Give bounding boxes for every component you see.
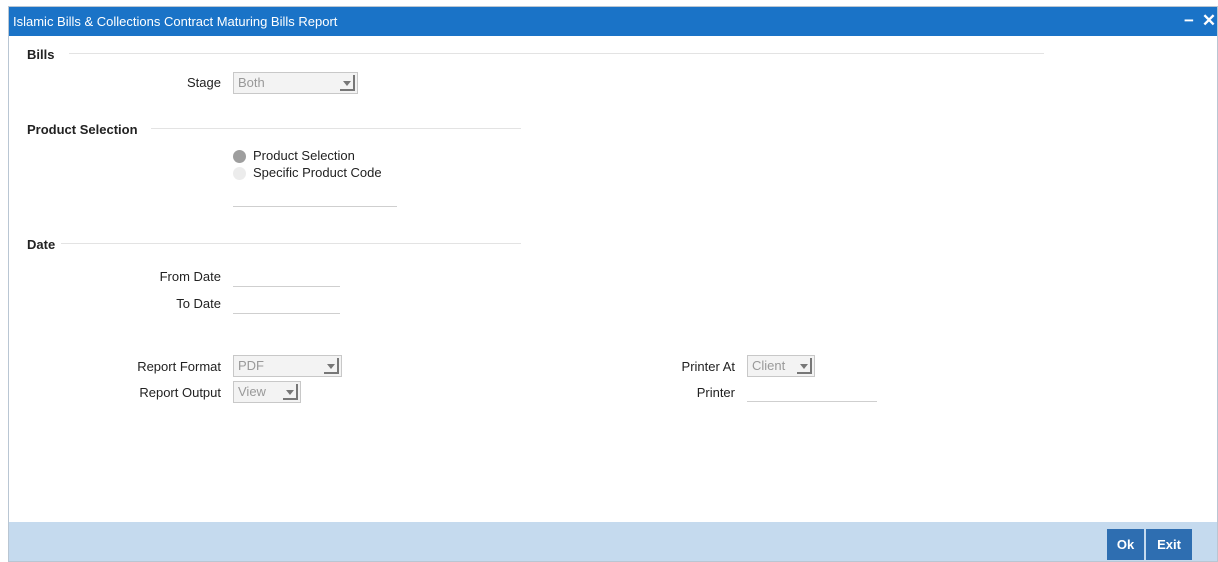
printer-label: Printer	[696, 385, 735, 400]
to-date-field[interactable]	[233, 293, 340, 314]
chevron-down-icon	[797, 358, 812, 374]
stage-label: Stage	[187, 75, 221, 90]
bills-section-title: Bills	[27, 47, 55, 62]
product-selection-section-title: Product Selection	[27, 122, 138, 137]
report-format-value: PDF	[238, 358, 264, 373]
title-bar: Islamic Bills & Collections Contract Mat…	[9, 7, 1217, 36]
close-icon[interactable]: ✕	[1199, 11, 1218, 31]
radio-specific-product-code-label: Specific Product Code	[253, 165, 382, 180]
printer-field[interactable]	[747, 381, 877, 402]
radio-product-selection[interactable]: Product Selection	[233, 148, 413, 165]
date-section-title: Date	[27, 237, 56, 252]
minimize-icon[interactable]: −	[1179, 11, 1199, 31]
printer-at-value: Client	[752, 358, 786, 373]
from-date-field[interactable]	[233, 266, 340, 287]
chevron-down-icon	[283, 384, 298, 400]
printer-at-label: Printer At	[681, 359, 735, 374]
radio-unselected-icon	[233, 167, 246, 180]
stage-value: Both	[238, 75, 265, 90]
report-window: Islamic Bills & Collections Contract Mat…	[8, 6, 1218, 562]
footer-bar: Ok Exit	[9, 522, 1217, 561]
report-output-label: Report Output	[139, 385, 221, 400]
stage-select[interactable]: Both	[233, 72, 358, 94]
chevron-down-icon	[324, 358, 339, 374]
product-selection-divider	[151, 128, 521, 129]
printer-at-select[interactable]: Client	[747, 355, 815, 377]
report-format-select[interactable]: PDF	[233, 355, 342, 377]
from-date-label: From Date	[159, 269, 221, 284]
window-title: Islamic Bills & Collections Contract Mat…	[13, 14, 338, 29]
to-date-label: To Date	[176, 296, 221, 311]
report-output-select[interactable]: View	[233, 381, 301, 403]
bills-divider	[69, 53, 1044, 54]
ok-button[interactable]: Ok	[1107, 529, 1144, 560]
date-divider	[61, 243, 521, 244]
radio-selected-icon	[233, 150, 246, 163]
chevron-down-icon	[340, 75, 355, 91]
report-format-label: Report Format	[137, 359, 221, 374]
report-output-value: View	[238, 384, 266, 399]
radio-product-selection-label: Product Selection	[253, 148, 355, 163]
exit-button[interactable]: Exit	[1146, 529, 1192, 560]
radio-specific-product-code[interactable]: Specific Product Code	[233, 165, 413, 182]
product-code-field[interactable]	[233, 186, 397, 207]
